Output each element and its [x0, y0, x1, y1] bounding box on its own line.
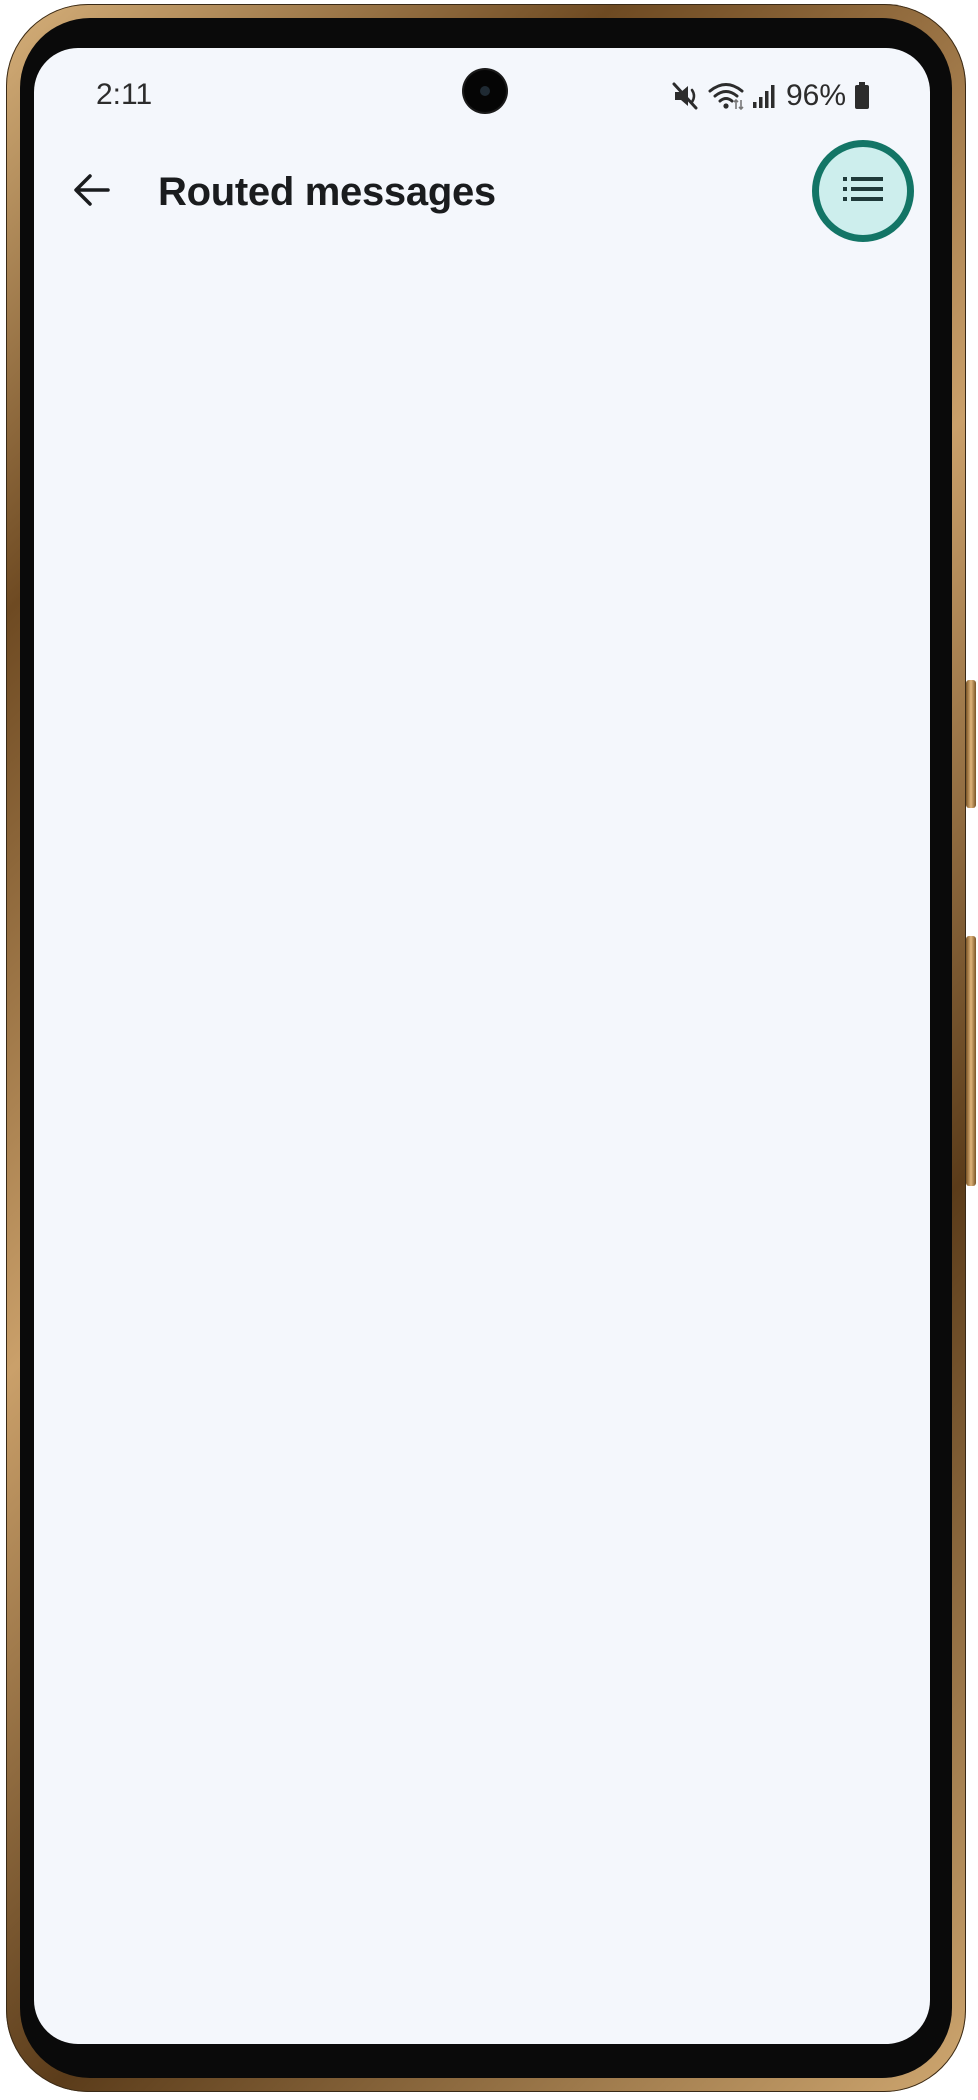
battery-icon [854, 82, 870, 110]
arrow-left-icon [72, 172, 112, 213]
screen: 2:11 96% Routed messages [34, 48, 930, 2044]
mute-icon [672, 81, 700, 111]
battery-percent: 96% [785, 79, 846, 112]
status-bar: 2:11 96% [34, 48, 930, 140]
front-camera [464, 70, 506, 112]
page-title: Routed messages [158, 170, 496, 214]
list-view-button[interactable] [812, 140, 914, 242]
signal-icon [752, 82, 778, 110]
status-time: 2:11 [96, 78, 153, 111]
back-button[interactable] [64, 164, 120, 220]
messages-list-area [34, 244, 930, 2044]
status-icons: 96% [672, 78, 870, 114]
list-icon [843, 176, 883, 207]
power-button [966, 936, 976, 1186]
wifi-icon [708, 81, 744, 111]
app-bar: Routed messages [34, 140, 930, 244]
volume-button [966, 680, 976, 808]
